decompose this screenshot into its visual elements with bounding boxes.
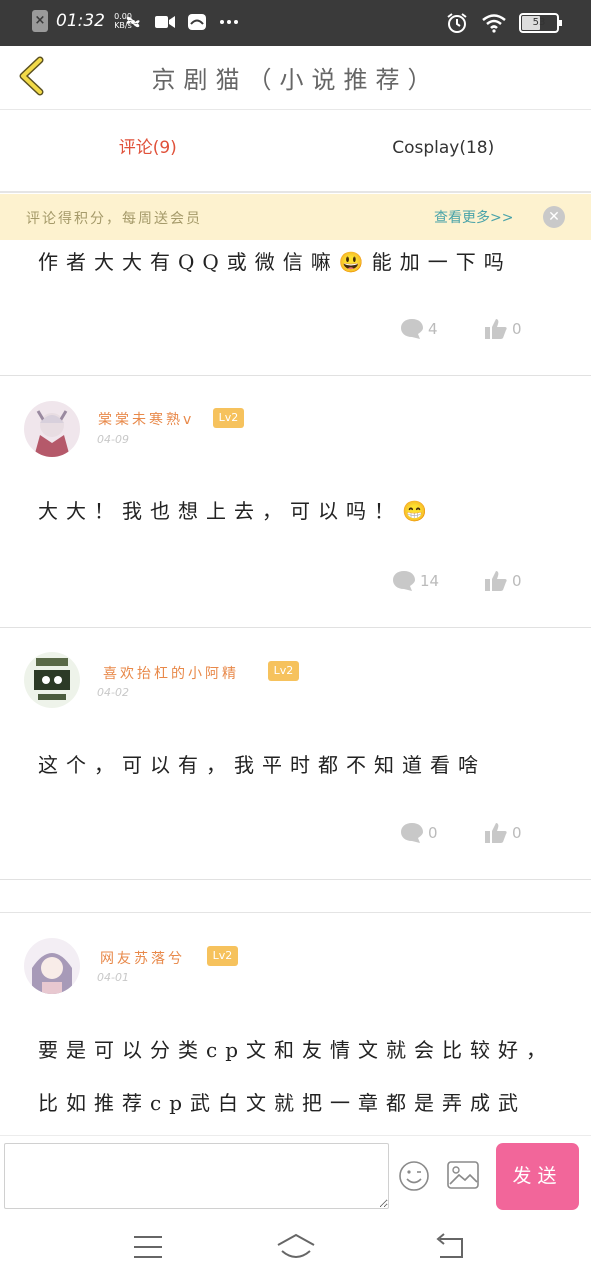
comment-text: 作者大大有QQ或微信嘛😃能加一下吗 [38, 250, 512, 274]
reply-count: 4 [428, 320, 438, 338]
system-nav-bar [0, 1217, 591, 1280]
comment-date: 04-01 [97, 971, 129, 984]
level-badge: Lv2 [268, 661, 299, 681]
battery-indicator: 53 [519, 13, 562, 33]
comment-item: 网友苏落兮 Lv2 04-01 要是可以分类cp文和友情文就会比较好， 比如推荐… [0, 914, 591, 1134]
status-app-icons [122, 12, 240, 32]
like-count: 0 [512, 572, 522, 590]
comment-item: 喜欢抬杠的小阿精 Lv2 04-02 这个，可以有，我平时都不知道看啥 0 0 [0, 629, 591, 880]
comment-text: 这个，可以有，我平时都不知道看啥 [38, 753, 486, 777]
comment-bubble-icon [401, 823, 423, 843]
comment-date: 04-02 [97, 686, 129, 699]
comment-input-bar: 发送 [0, 1135, 591, 1217]
like-button[interactable]: 0 [484, 570, 522, 592]
wifi-icon [482, 14, 506, 33]
app-header: 京剧猫（小说推荐） [0, 46, 591, 110]
thumbs-up-icon [485, 319, 507, 339]
comment-text: 要是可以分类cp文和友情文就会比较好， [38, 1038, 555, 1062]
reply-button[interactable]: 4 [400, 318, 438, 340]
message-app-icon [188, 14, 206, 30]
reply-button[interactable]: 0 [400, 822, 438, 844]
thumbs-up-icon [485, 823, 507, 843]
comment-input[interactable] [4, 1143, 389, 1209]
reply-count: 14 [420, 572, 440, 590]
alarm-icon [447, 13, 467, 33]
status-time: 01:32 [56, 11, 105, 31]
video-icon [155, 16, 175, 28]
battery-level: 53 [532, 17, 546, 28]
username[interactable]: 网友苏落兮 [100, 948, 185, 968]
avatar[interactable] [24, 938, 80, 994]
list-divider [0, 912, 591, 913]
reply-count: 0 [428, 824, 438, 842]
banner-text: 评论得积分，每周送会员 [26, 211, 202, 227]
back-icon[interactable] [430, 1231, 470, 1263]
avatar[interactable] [24, 401, 80, 457]
user-avatar-image [24, 401, 80, 457]
level-badge: Lv2 [207, 946, 238, 966]
banner-close-icon[interactable]: ✕ [543, 206, 565, 228]
banner-more-link[interactable]: 查看更多>> [434, 207, 513, 227]
image-icon[interactable] [446, 1160, 480, 1190]
user-avatar-image [24, 652, 80, 708]
tab-bar: 评论(9) Cosplay(18) [0, 111, 591, 193]
pinwheel-icon [126, 16, 140, 28]
page-title: 京剧猫（小说推荐） [151, 66, 440, 94]
comment-date: 04-09 [97, 433, 129, 446]
avatar[interactable] [24, 652, 80, 708]
username[interactable]: 棠棠未寒熟v [98, 409, 194, 429]
tab-cosplay[interactable]: Cosplay(18) [296, 111, 591, 191]
home-icon[interactable] [276, 1231, 316, 1263]
comment-text: 大大！我也想上去，可以吗！😁 [38, 499, 435, 523]
comment-item: 棠棠未寒熟v Lv2 04-09 大大！我也想上去，可以吗！😁 14 0 [0, 377, 591, 628]
send-button[interactable]: 发送 [496, 1143, 579, 1210]
like-button[interactable]: 0 [484, 822, 522, 844]
more-dots-icon [220, 20, 238, 24]
reply-button[interactable]: 14 [392, 570, 439, 592]
status-left: × 01:32 0.00 KB/s [32, 10, 133, 32]
like-count: 0 [512, 824, 522, 842]
user-avatar-image [24, 938, 80, 994]
username[interactable]: 喜欢抬杠的小阿精 [103, 663, 239, 683]
comment-item: 作者大大有QQ或微信嘛😃能加一下吗 4 0 [0, 240, 591, 376]
like-button[interactable]: 0 [484, 318, 522, 340]
notification-close-icon: × [32, 10, 48, 32]
tab-comments[interactable]: 评论(9) [0, 111, 296, 191]
emoji-icon[interactable] [398, 1160, 430, 1192]
status-bar: × 01:32 0.00 KB/s 53 [0, 0, 591, 46]
like-count: 0 [512, 320, 522, 338]
comment-bubble-icon [401, 319, 423, 339]
comment-text: 比如推荐cp武白文就把一章都是弄成武 [38, 1091, 527, 1115]
status-right: 53 [445, 12, 562, 34]
points-banner: 评论得积分，每周送会员 查看更多>> ✕ [0, 194, 591, 240]
level-badge: Lv2 [213, 408, 244, 428]
comment-bubble-icon [393, 571, 415, 591]
menu-icon[interactable] [128, 1231, 168, 1263]
thumbs-up-icon [485, 571, 507, 591]
